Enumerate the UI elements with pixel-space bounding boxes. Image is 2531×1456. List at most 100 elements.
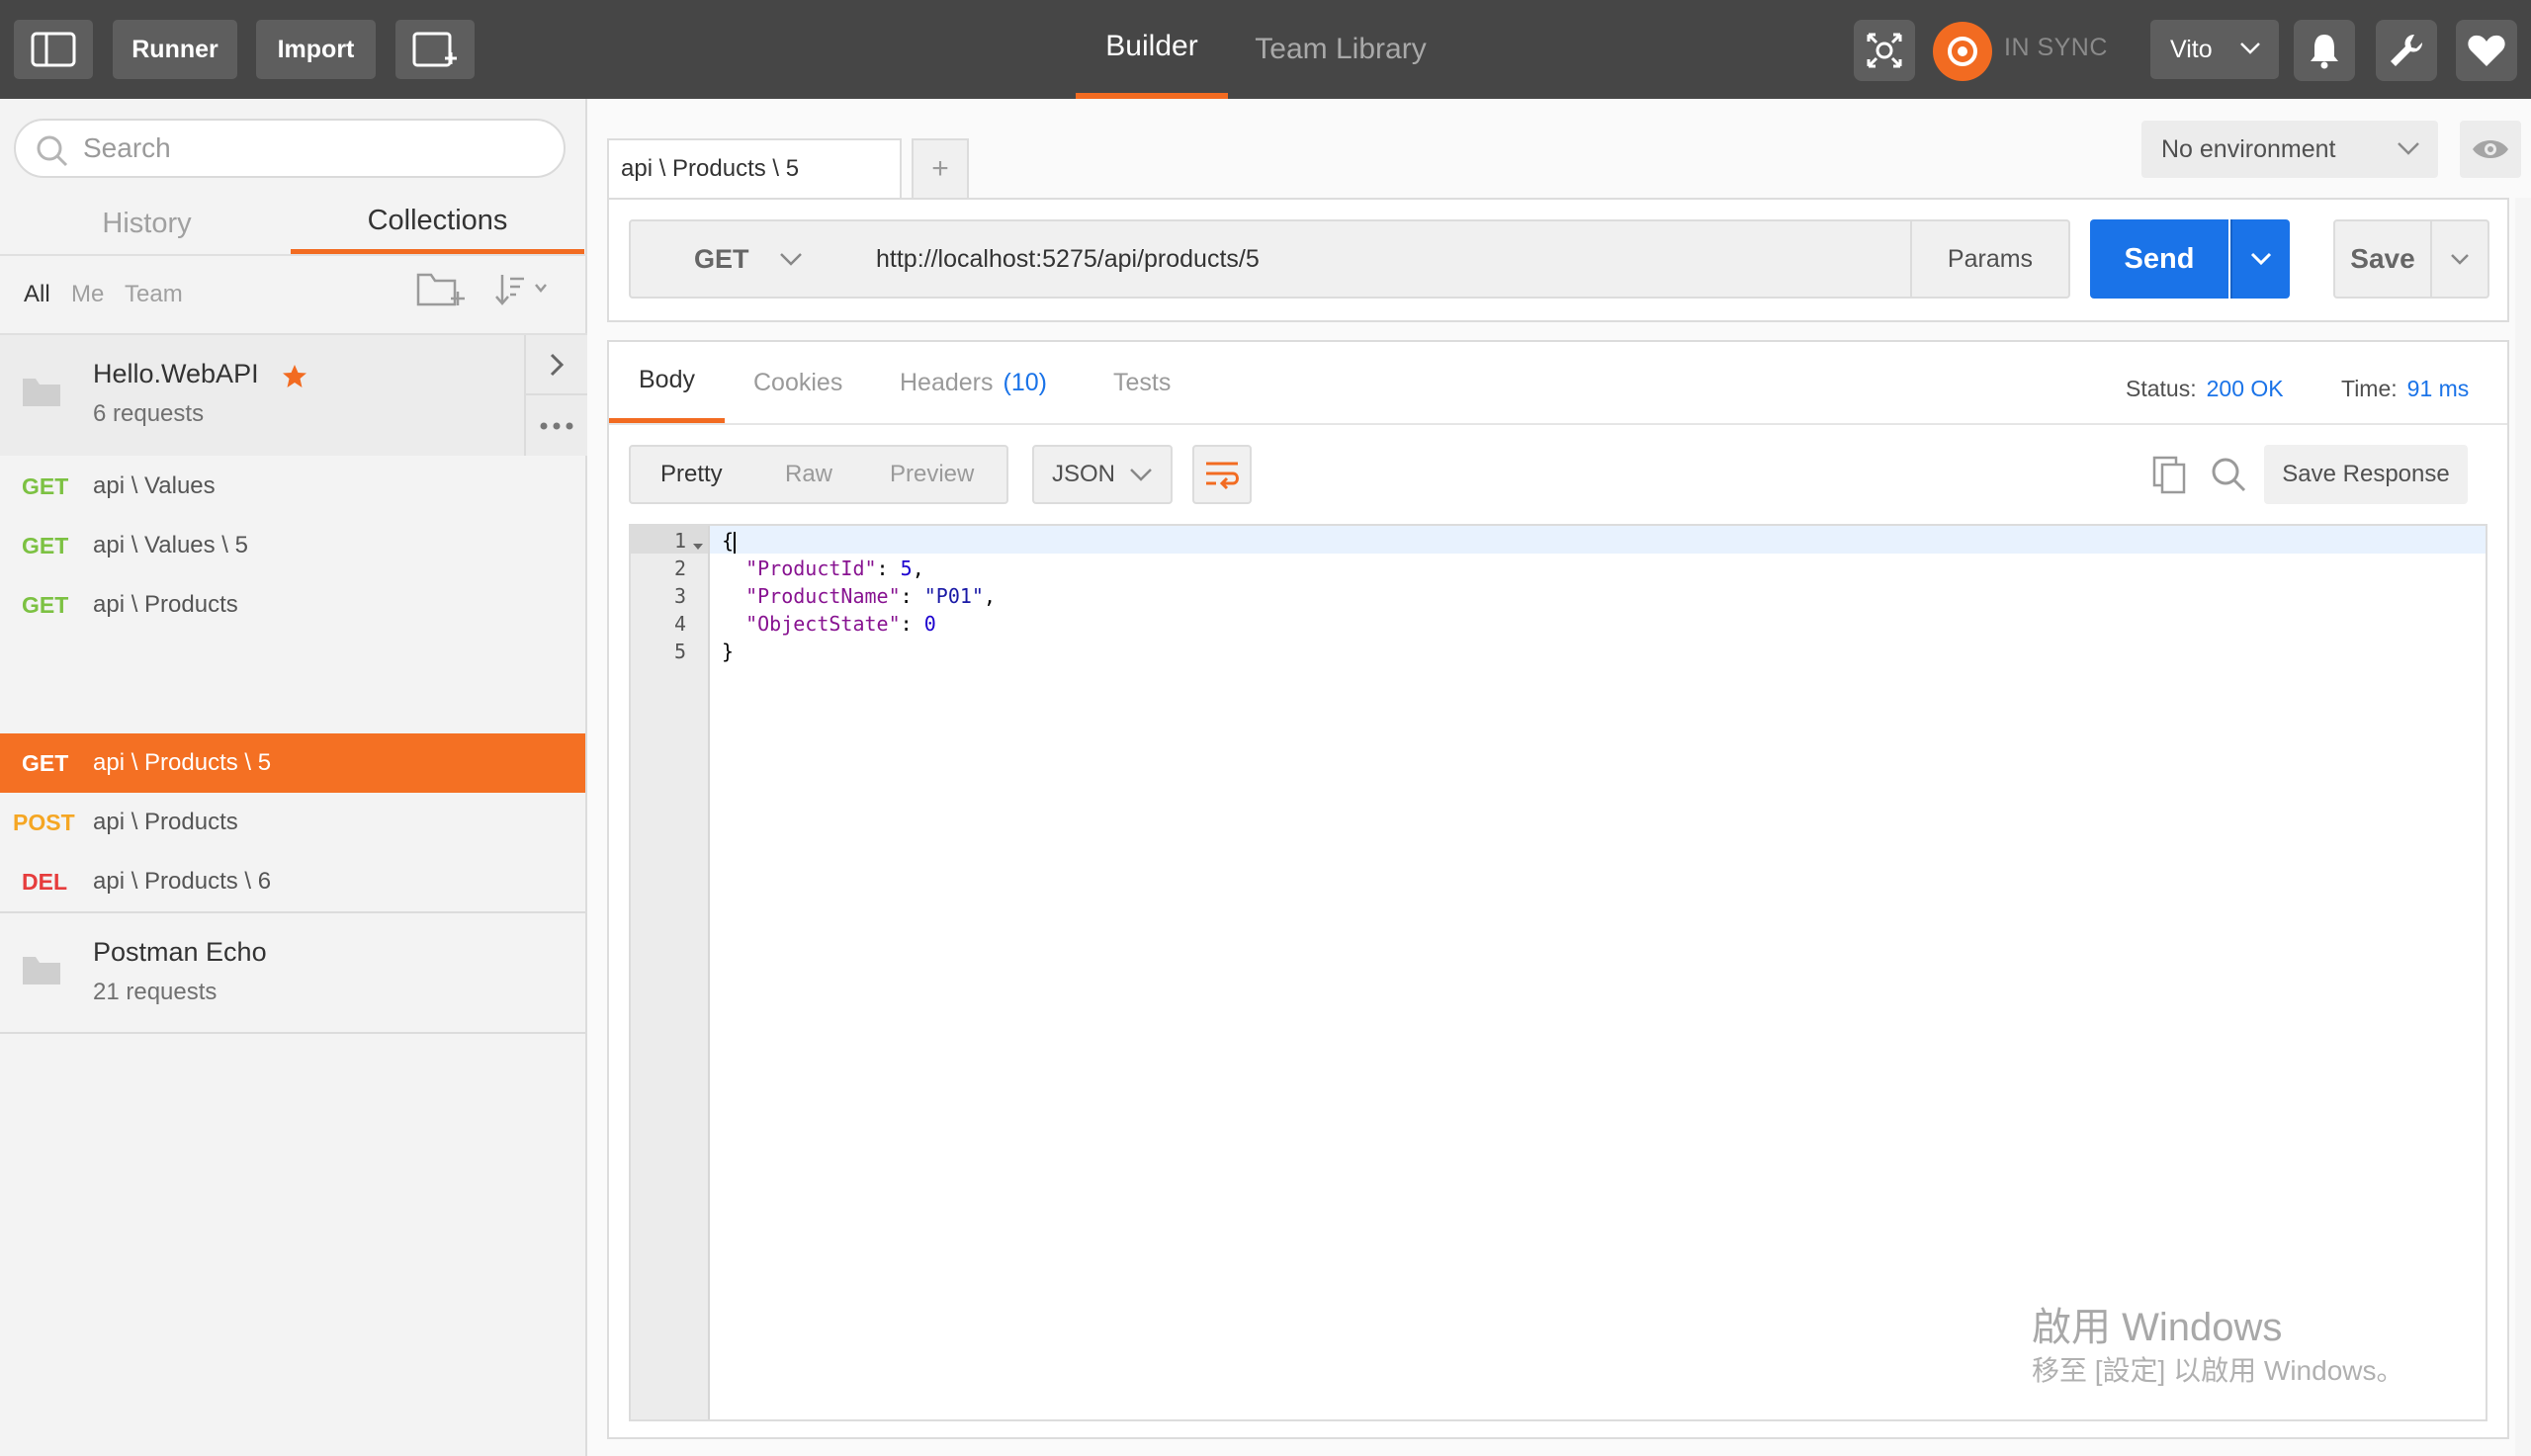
sort-button[interactable] [494,269,552,315]
json-value: "P01" [923,584,984,608]
format-pretty[interactable]: Pretty [660,447,723,502]
method-select[interactable]: GET [629,219,858,299]
request-item[interactable]: GET api \ Products [0,575,585,635]
search-icon [37,135,68,167]
main-panel: api \ Products \ 5 + No environment GET … [589,99,2531,1456]
request-item[interactable]: GET api \ Values \ 5 [0,516,585,575]
sidebar-toggle-button[interactable] [14,20,93,79]
runner-button[interactable]: Runner [113,20,237,79]
status-label: Status: [2126,376,2197,401]
divider [0,254,587,256]
wrap-lines-icon [1206,462,1239,490]
add-tab-button[interactable]: + [912,138,969,198]
interceptor-button[interactable] [1854,20,1915,81]
chevron-down-icon [2451,254,2469,265]
json-value: 0 [923,612,936,636]
code-token: : [900,584,924,608]
tab-headers[interactable]: Headers (10) [900,342,1047,423]
code-token: { [722,529,735,553]
request-item[interactable]: GET api \ Values [0,457,585,516]
tab-history[interactable]: History [0,193,294,254]
new-window-button[interactable] [395,20,475,79]
send-button[interactable]: Send [2090,219,2228,299]
request-item[interactable]: POST api \ Products [0,793,585,852]
code-line: "ObjectState": 0 [722,612,936,636]
copy-icon[interactable] [2151,455,2189,494]
code-token: : [876,557,901,580]
import-button[interactable]: Import [256,20,376,79]
collection-more-button[interactable] [526,395,587,456]
collection-name: Hello.WebAPI [93,359,259,388]
request-tab[interactable]: api \ Products \ 5 [607,138,902,198]
params-button[interactable]: Params [1910,219,2070,299]
tab-headers-label: Headers [900,368,994,396]
sort-icon [495,275,547,305]
code-token: } [722,640,735,663]
language-select[interactable]: JSON [1032,445,1173,504]
language-value: JSON [1052,461,1116,487]
wrench-icon [2391,34,2423,66]
send-options-button[interactable] [2230,219,2290,299]
active-line [710,526,2486,554]
environment-select[interactable]: No environment [2141,121,2438,178]
filter-me[interactable]: Me [71,281,104,308]
chevron-down-icon [2398,142,2419,155]
sidebar-toggle-icon [31,32,76,67]
save-response-button[interactable]: Save Response [2264,445,2468,504]
search-icon[interactable] [2209,455,2248,494]
json-value: 5 [900,557,913,580]
filter-all[interactable]: All [24,281,50,308]
wrap-lines-button[interactable] [1192,445,1252,504]
request-method: GET [22,532,69,558]
url-input[interactable]: http://localhost:5275/api/products/5 [856,219,1912,299]
notifications-button[interactable] [2294,20,2355,81]
code-token: , [983,584,996,608]
collection-hello-webapi[interactable]: Hello.WebAPI 6 requests [0,335,587,456]
user-menu[interactable]: Vito [2150,20,2279,79]
tab-collections[interactable]: Collections [291,193,584,254]
save-options-button[interactable] [2430,219,2489,299]
chevron-down-icon [1130,469,1152,481]
settings-button[interactable] [2376,20,2437,81]
request-item-active[interactable]: GET api \ Products \ 5 [0,733,585,793]
search-input[interactable]: Search [14,119,566,178]
response-body-editor[interactable]: 1 2 3 4 5 { "ProductId": 5, "ProductName… [629,524,2487,1421]
new-folder-icon [416,273,465,306]
tab-body[interactable]: Body [609,342,725,423]
sync-status: IN SYNC [2004,34,2108,61]
activation-watermark-subtitle: 移至 [設定] 以啟用 Windows。 [2032,1355,2404,1386]
more-icon [540,422,573,429]
scrollbar[interactable] [2515,198,2531,1456]
tab-team-library[interactable]: Team Library [1244,0,1438,99]
code-line: { [722,529,737,554]
new-collection-button[interactable] [415,269,469,315]
environment-quick-look-button[interactable] [2460,121,2521,178]
save-button[interactable]: Save [2333,219,2432,299]
tab-cookies[interactable]: Cookies [753,342,842,423]
fold-toggle-icon[interactable] [692,543,704,551]
support-button[interactable] [2456,20,2517,81]
json-key: "ProductName" [745,584,901,608]
status-value: 200 OK [2206,376,2284,401]
request-item[interactable]: DEL api \ Products \ 6 [0,852,585,911]
time-label: Time: [2341,376,2398,401]
collection-postman-echo[interactable]: Postman Echo 21 requests [0,913,587,1034]
divider [0,1032,587,1034]
user-name: Vito [2170,35,2213,63]
response-time: Time: 91 ms [2341,376,2469,402]
request-method: GET [22,472,69,499]
top-bar: Runner Import Builder Team Library IN SY… [0,0,2531,99]
request-method: POST [13,809,75,835]
format-raw[interactable]: Raw [785,447,832,502]
sync-button[interactable] [1933,22,1992,81]
format-preview[interactable]: Preview [890,447,974,502]
code-token: , [912,557,924,580]
tab-tests[interactable]: Tests [1113,342,1171,423]
filter-team[interactable]: Team [125,281,183,308]
expand-collection-button[interactable] [526,335,587,395]
request-path: api \ Values [93,472,216,499]
eye-icon [2473,140,2508,158]
tab-builder[interactable]: Builder [1076,0,1228,99]
line-gutter: 1 2 3 4 5 [631,526,710,1419]
star-icon[interactable] [281,363,308,390]
